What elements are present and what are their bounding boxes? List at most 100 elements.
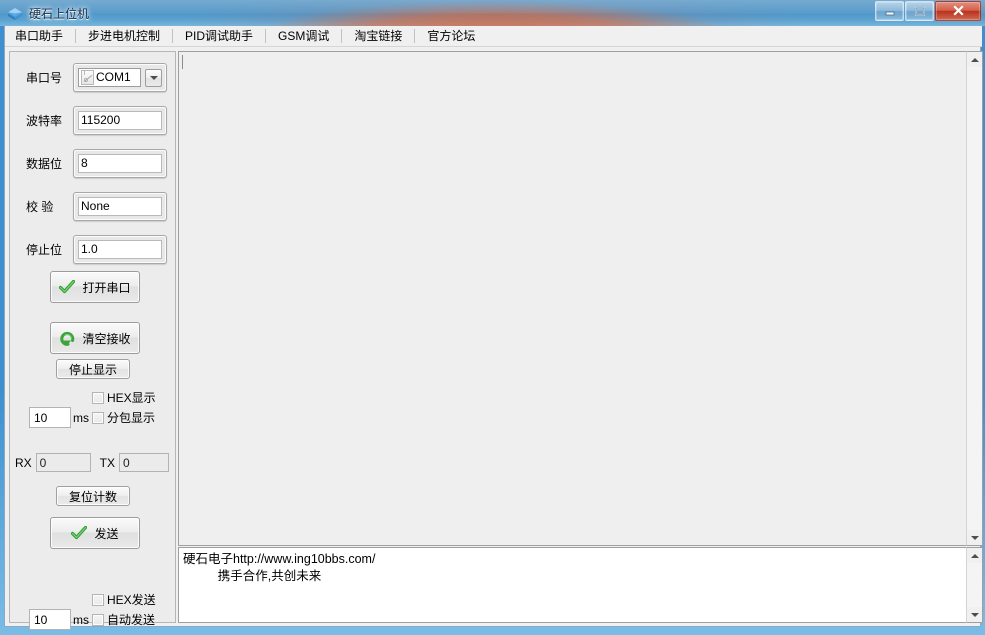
- auto-send-label: 自动发送: [107, 613, 156, 627]
- stopbits-input[interactable]: 1.0: [78, 240, 162, 259]
- hex-send-label: HEX发送: [107, 593, 156, 607]
- menu-item-serial-assistant[interactable]: 串口助手: [5, 26, 73, 46]
- receive-scroll-down-button[interactable]: [967, 530, 982, 545]
- send-scroll-track[interactable]: [967, 563, 982, 607]
- parity-row: 校 验 None: [26, 192, 167, 221]
- app-diamond-icon: [7, 6, 23, 22]
- window-title: 硬石上位机: [29, 7, 90, 21]
- serial-config-panel: 串口号 IO COM1 波特率 115200 数据位 8 校 验 None 停止…: [9, 51, 176, 630]
- send-interval-unit: ms: [73, 612, 89, 627]
- green-check-icon: [59, 280, 76, 294]
- display-interval-input[interactable]: 10: [29, 407, 71, 428]
- green-arrow-icon: [59, 331, 75, 346]
- window-controls: [874, 1, 981, 21]
- receive-textarea[interactable]: [178, 51, 978, 546]
- port-value: COM1: [96, 70, 131, 84]
- clear-receive-label: 清空接收: [82, 331, 131, 346]
- hex-display-label: HEX显示: [107, 391, 156, 405]
- send-interval-row: 10 ms 自动发送: [29, 609, 155, 630]
- packet-display-label: 分包显示: [107, 411, 156, 425]
- stopbits-row: 停止位 1.0: [26, 235, 167, 264]
- title-bar-left: 硬石上位机: [0, 0, 89, 27]
- menu-bar: 串口助手 步进电机控制 PID调试助手 GSM调试 淘宝链接 官方论坛: [5, 26, 982, 47]
- open-serial-port-button[interactable]: 打开串口: [50, 271, 140, 303]
- baudrate-label: 波特率: [26, 114, 63, 128]
- io-port-icon: IO: [81, 70, 94, 85]
- databits-label: 数据位: [26, 157, 63, 171]
- menu-separator: [265, 29, 267, 43]
- chevron-down-icon: [149, 75, 158, 80]
- menu-separator: [75, 29, 77, 43]
- port-combobox[interactable]: IO COM1: [73, 63, 167, 92]
- title-bar[interactable]: 硬石上位机: [0, 0, 985, 27]
- client-area: 串口助手 步进电机控制 PID调试助手 GSM调试 淘宝链接 官方论坛 串口号: [4, 26, 983, 630]
- stopbits-field-wrap[interactable]: 1.0: [73, 235, 167, 264]
- minimize-icon: [885, 11, 894, 16]
- send-text-line2: 携手合作,共创未来: [183, 569, 322, 583]
- checkbox-box: [92, 593, 104, 606]
- minimize-button[interactable]: [875, 1, 904, 21]
- menu-separator: [414, 29, 416, 43]
- parity-input[interactable]: None: [78, 197, 162, 216]
- menu-item-gsm-debug[interactable]: GSM调试: [268, 26, 339, 46]
- text-caret: [182, 55, 183, 69]
- stop-display-button[interactable]: 停止显示: [56, 359, 130, 379]
- port-label: 串口号: [26, 71, 63, 85]
- reset-count-button[interactable]: 复位计数: [56, 486, 130, 506]
- receive-scroll-up-button[interactable]: [967, 52, 982, 67]
- hex-send-checkbox[interactable]: HEX发送: [92, 591, 156, 608]
- auto-send-checkbox[interactable]: 自动发送: [92, 611, 155, 628]
- databits-field-wrap[interactable]: 8: [73, 149, 167, 178]
- send-button[interactable]: 发送: [50, 517, 140, 549]
- scroll-up-icon: [970, 57, 979, 62]
- menu-item-official-forum[interactable]: 官方论坛: [417, 26, 485, 46]
- parity-label: 校 验: [26, 200, 54, 214]
- baudrate-field-wrap[interactable]: 115200: [73, 106, 167, 135]
- tx-count-field: 0: [119, 453, 170, 472]
- green-check-icon: [71, 526, 88, 540]
- hex-display-checkbox[interactable]: HEX显示: [92, 389, 156, 406]
- parity-field-wrap[interactable]: None: [73, 192, 167, 221]
- packet-display-checkbox[interactable]: 分包显示: [92, 409, 155, 426]
- window-frame: 串口助手 步进电机控制 PID调试助手 GSM调试 淘宝链接 官方论坛 串口号: [0, 26, 985, 635]
- menu-separator: [172, 29, 174, 43]
- stop-display-label: 停止显示: [68, 362, 117, 377]
- databits-row: 数据位 8: [26, 149, 167, 178]
- checkbox-box: [92, 411, 104, 424]
- maximize-icon: [914, 6, 925, 16]
- menu-separator: [341, 29, 343, 43]
- receive-scroll-track[interactable]: [967, 67, 982, 530]
- send-text-content: 硬石电子http://www.ing10bbs.com/ 携手合作,共创未来: [183, 551, 375, 585]
- maximize-button[interactable]: [905, 1, 934, 21]
- menu-item-pid-tuning[interactable]: PID调试助手: [175, 26, 263, 46]
- rx-label: RX: [15, 455, 32, 470]
- receive-scrollbar[interactable]: [966, 51, 983, 546]
- stopbits-label: 停止位: [26, 243, 63, 257]
- display-interval-unit: ms: [73, 410, 89, 425]
- display-interval-row: 10 ms 分包显示: [29, 407, 155, 428]
- send-button-label: 发送: [94, 526, 119, 541]
- port-row: 串口号 IO COM1: [26, 63, 167, 92]
- menu-item-stepper-control[interactable]: 步进电机控制: [78, 26, 170, 46]
- scroll-down-icon: [970, 612, 979, 617]
- close-button[interactable]: [935, 1, 981, 21]
- rx-count-field: 0: [35, 453, 91, 472]
- send-textarea[interactable]: 硬石电子http://www.ing10bbs.com/ 携手合作,共创未来: [178, 547, 978, 623]
- send-scrollbar[interactable]: [966, 547, 983, 623]
- port-value-field[interactable]: IO COM1: [78, 68, 142, 87]
- close-icon: [952, 5, 964, 16]
- application-window: 硬石上位机 串口助手 步进电机控制 PID调试助手 GSM调试 淘宝链接 官方论…: [0, 0, 985, 635]
- port-dropdown-button[interactable]: [145, 68, 162, 87]
- clear-receive-button[interactable]: 清空接收: [50, 322, 140, 354]
- scroll-up-icon: [970, 553, 979, 558]
- menu-item-taobao-link[interactable]: 淘宝链接: [344, 26, 412, 46]
- baudrate-input[interactable]: 115200: [78, 111, 162, 130]
- send-interval-input[interactable]: 10: [29, 609, 71, 630]
- send-scroll-down-button[interactable]: [967, 607, 982, 622]
- scroll-down-icon: [970, 535, 979, 540]
- tx-label: TX: [99, 455, 116, 470]
- databits-input[interactable]: 8: [78, 154, 162, 173]
- send-scroll-up-button[interactable]: [967, 548, 982, 563]
- reset-count-label: 复位计数: [68, 489, 117, 504]
- checkbox-box: [92, 613, 104, 626]
